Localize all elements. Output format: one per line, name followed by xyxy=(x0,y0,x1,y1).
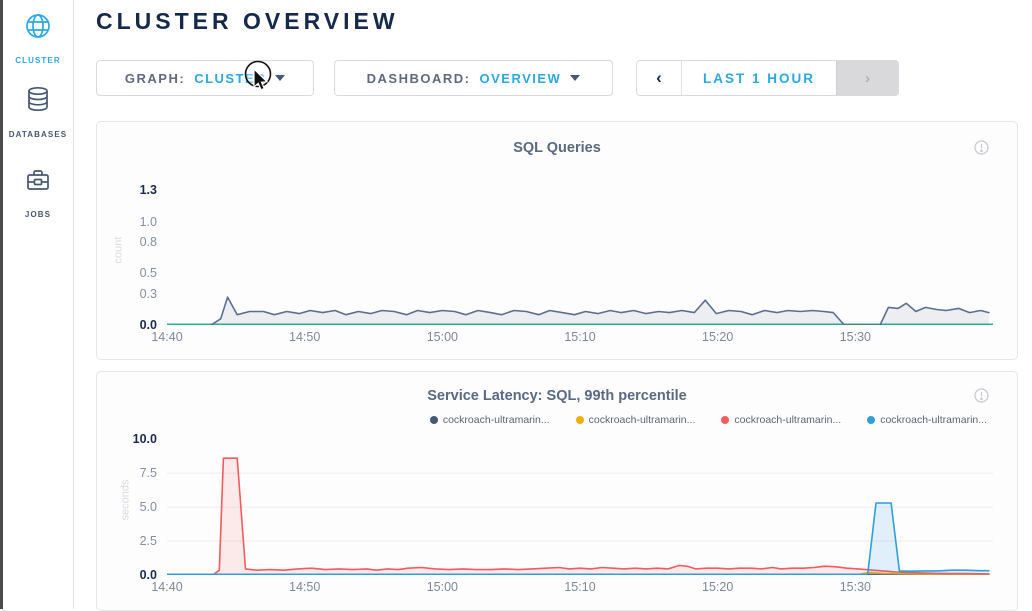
legend-item[interactable]: cockroach-ultramarin... xyxy=(576,414,696,426)
x-tick-label: 14:40 xyxy=(143,330,191,344)
chart-legend: cockroach-ultramarin... cockroach-ultrama… xyxy=(430,414,987,426)
x-tick-label: 15:20 xyxy=(694,580,742,594)
time-window-picker: ‹ LAST 1 HOUR › xyxy=(636,60,899,96)
sidebar-item-cluster[interactable]: CLUSTER xyxy=(3,12,73,68)
y-tick-label: 1.0 xyxy=(97,215,157,229)
legend-dot-icon xyxy=(430,416,438,424)
x-tick-label: 15:20 xyxy=(694,330,742,344)
legend-label: cockroach-ultramarin... xyxy=(589,414,696,426)
chevron-down-icon xyxy=(570,75,580,81)
sidebar-item-label: JOBS xyxy=(25,210,51,219)
y-tick-label: 0.5 xyxy=(97,266,157,280)
legend-label: cockroach-ultramarin... xyxy=(734,414,841,426)
y-tick-label: 10.0 xyxy=(97,432,157,446)
main-content: CLUSTER OVERVIEW GRAPH: CLUSTER DASHBOAR… xyxy=(74,0,1032,609)
sidebar-item-jobs[interactable]: JOBS xyxy=(3,168,73,222)
sidebar-item-label: CLUSTER xyxy=(15,56,60,65)
info-icon[interactable] xyxy=(974,388,989,408)
legend-dot-icon xyxy=(721,416,729,424)
briefcase-icon xyxy=(3,168,73,199)
legend-label: cockroach-ultramarin... xyxy=(443,414,550,426)
graph-dropdown[interactable]: GRAPH: CLUSTER xyxy=(96,60,314,96)
y-tick-label: 1.3 xyxy=(97,183,157,197)
x-tick-label: 15:00 xyxy=(418,330,466,344)
time-next-button: › xyxy=(836,61,898,95)
x-tick-label: 15:30 xyxy=(831,580,879,594)
dashboard-dropdown-value: OVERVIEW xyxy=(480,71,562,86)
info-icon[interactable] xyxy=(974,140,989,160)
chart-plot[interactable] xyxy=(167,177,993,325)
y-tick-label: 2.5 xyxy=(97,534,157,548)
database-icon xyxy=(3,86,73,119)
sidebar-item-databases[interactable]: DATABASES xyxy=(3,86,73,142)
dashboard-dropdown-label: DASHBOARD: xyxy=(367,71,471,86)
legend-item[interactable]: cockroach-ultramarin... xyxy=(721,414,841,426)
chart-title: SQL Queries xyxy=(97,140,1017,156)
page-title: CLUSTER OVERVIEW xyxy=(96,8,399,35)
legend-label: cockroach-ultramarin... xyxy=(880,414,987,426)
legend-dot-icon xyxy=(576,416,584,424)
x-tick-label: 15:10 xyxy=(556,330,604,344)
chart-plot[interactable] xyxy=(167,431,993,575)
chart-card-sql-queries: SQL Queries count 0.00.30.50.81.01.314:4… xyxy=(96,121,1018,360)
x-tick-label: 15:10 xyxy=(556,580,604,594)
time-window-label[interactable]: LAST 1 HOUR xyxy=(682,61,836,95)
graph-dropdown-value: CLUSTER xyxy=(194,71,266,86)
x-tick-label: 15:00 xyxy=(418,580,466,594)
chart-title: Service Latency: SQL, 99th percentile xyxy=(97,388,1017,404)
dashboard-dropdown[interactable]: DASHBOARD: OVERVIEW xyxy=(334,60,613,96)
x-tick-label: 14:50 xyxy=(281,580,329,594)
legend-item[interactable]: cockroach-ultramarin... xyxy=(430,414,550,426)
chevron-down-icon xyxy=(275,75,285,81)
y-tick-label: 7.5 xyxy=(97,466,157,480)
y-tick-label: 0.8 xyxy=(97,235,157,249)
x-tick-label: 14:50 xyxy=(281,330,329,344)
legend-item[interactable]: cockroach-ultramarin... xyxy=(867,414,987,426)
sidebar-item-label: DATABASES xyxy=(9,130,68,139)
time-prev-button[interactable]: ‹ xyxy=(637,61,682,95)
x-tick-label: 14:40 xyxy=(143,580,191,594)
chart-card-service-latency: Service Latency: SQL, 99th percentile co… xyxy=(96,371,1018,611)
sidebar: CLUSTER DATABASES JOBS xyxy=(3,0,74,609)
graph-dropdown-label: GRAPH: xyxy=(125,71,185,86)
y-tick-label: 0.3 xyxy=(97,287,157,301)
legend-dot-icon xyxy=(867,416,875,424)
globe-icon xyxy=(3,12,73,45)
y-tick-label: 5.0 xyxy=(97,500,157,514)
x-tick-label: 15:30 xyxy=(831,330,879,344)
